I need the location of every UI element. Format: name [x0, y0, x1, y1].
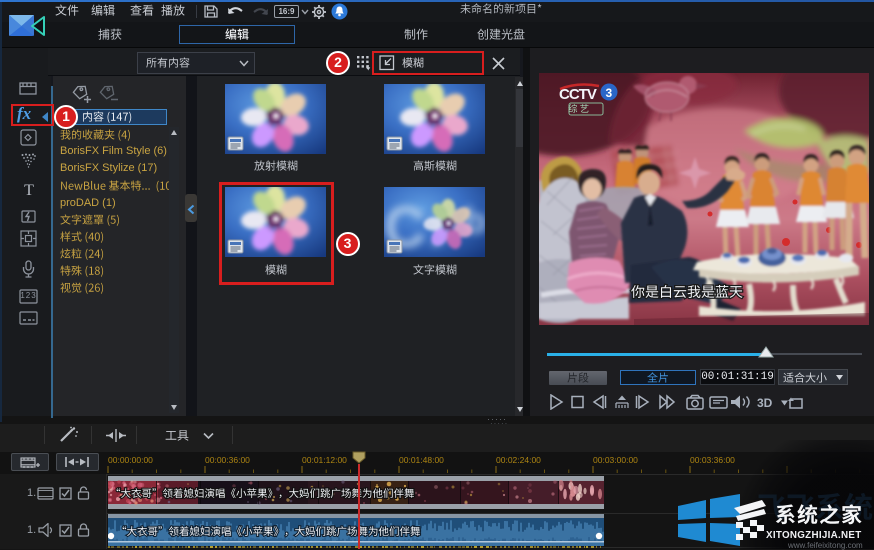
svg-text:3D: 3D	[757, 396, 773, 410]
svg-text:3: 3	[606, 86, 613, 100]
